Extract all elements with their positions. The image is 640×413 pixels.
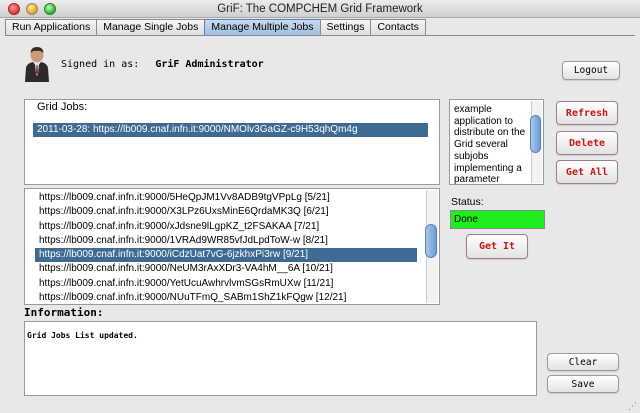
save-button[interactable]: Save	[547, 375, 619, 393]
subjobs-scrollbar[interactable]	[425, 190, 438, 303]
minimize-window-icon[interactable]	[26, 3, 38, 15]
subjobs-scroll-thumb[interactable]	[425, 224, 437, 258]
subjob-item[interactable]: https://lb009.cnaf.infn.it:9000/YetUcuAw…	[35, 277, 417, 291]
delete-button[interactable]: Delete	[556, 131, 618, 155]
user-avatar-icon	[24, 46, 50, 82]
status-label: Status:	[451, 196, 484, 208]
description-scrollbar[interactable]	[530, 101, 542, 183]
signed-in-label: Signed in as:	[61, 59, 140, 70]
tab-manage-multiple-jobs[interactable]: Manage Multiple Jobs	[204, 19, 321, 36]
get-all-button[interactable]: Get All	[556, 160, 618, 184]
grid-job-item-selected[interactable]: 2011-03-28: https://lb009.cnaf.infn.it:9…	[33, 123, 428, 137]
tab-divider	[5, 35, 635, 36]
window-title: GriF: The COMPCHEM Grid Framework	[217, 3, 423, 15]
tab-run-applications[interactable]: Run Applications	[5, 19, 98, 36]
subjob-item[interactable]: https://lb009.cnaf.infn.it:9000/1VRAd9WR…	[35, 234, 417, 248]
zoom-window-icon[interactable]	[44, 3, 56, 15]
subjob-item[interactable]: https://lb009.cnaf.infn.it:9000/5HeQpJM1…	[35, 191, 417, 205]
subjob-item[interactable]: https://lb009.cnaf.infn.it:9000/X3LPz6Ux…	[35, 205, 417, 219]
grid-jobs-label: Grid Jobs:	[37, 101, 88, 113]
refresh-button[interactable]: Refresh	[556, 101, 618, 125]
subjobs-list: https://lb009.cnaf.infn.it:9000/5HeQpJM1…	[35, 191, 417, 304]
subjob-item[interactable]: https://lb009.cnaf.infn.it:9000/NUuTFmQ_…	[35, 291, 417, 304]
window-title-bar: GriF: The COMPCHEM Grid Framework	[0, 0, 640, 18]
subjobs-list-panel: https://lb009.cnaf.infn.it:9000/5HeQpJM1…	[24, 188, 440, 305]
subjob-item-selected[interactable]: https://lb009.cnaf.infn.it:9000/iCdzUat7…	[35, 248, 417, 263]
information-label: Information:	[24, 306, 104, 319]
subjob-item[interactable]: https://lb009.cnaf.infn.it:9000/xJdsne9l…	[35, 220, 417, 234]
tab-bar: Run Applications Manage Single Jobs Mana…	[5, 19, 426, 36]
information-text: Grid Jobs List updated.	[27, 331, 138, 340]
signed-in-status: Signed in as: GriF Administrator	[61, 59, 264, 70]
status-badge: Done	[450, 210, 545, 229]
job-description-box[interactable]: example application to distribute on the…	[449, 99, 544, 185]
clear-button[interactable]: Clear	[547, 353, 619, 371]
information-textarea[interactable]: Grid Jobs List updated.	[24, 321, 537, 396]
description-scroll-thumb[interactable]	[530, 115, 541, 153]
logout-button[interactable]: Logout	[562, 61, 620, 80]
get-it-button[interactable]: Get It	[466, 234, 528, 259]
close-window-icon[interactable]	[8, 3, 20, 15]
tab-contacts[interactable]: Contacts	[370, 19, 426, 36]
tab-manage-single-jobs[interactable]: Manage Single Jobs	[96, 19, 206, 36]
resize-grip-icon[interactable]: ⋰	[628, 401, 638, 411]
subjob-item[interactable]: https://lb009.cnaf.infn.it:9000/NeUM3rAx…	[35, 262, 417, 276]
signed-in-username: GriF Administrator	[155, 59, 264, 70]
tab-settings[interactable]: Settings	[319, 19, 372, 36]
job-description-text: example application to distribute on the…	[454, 104, 526, 185]
